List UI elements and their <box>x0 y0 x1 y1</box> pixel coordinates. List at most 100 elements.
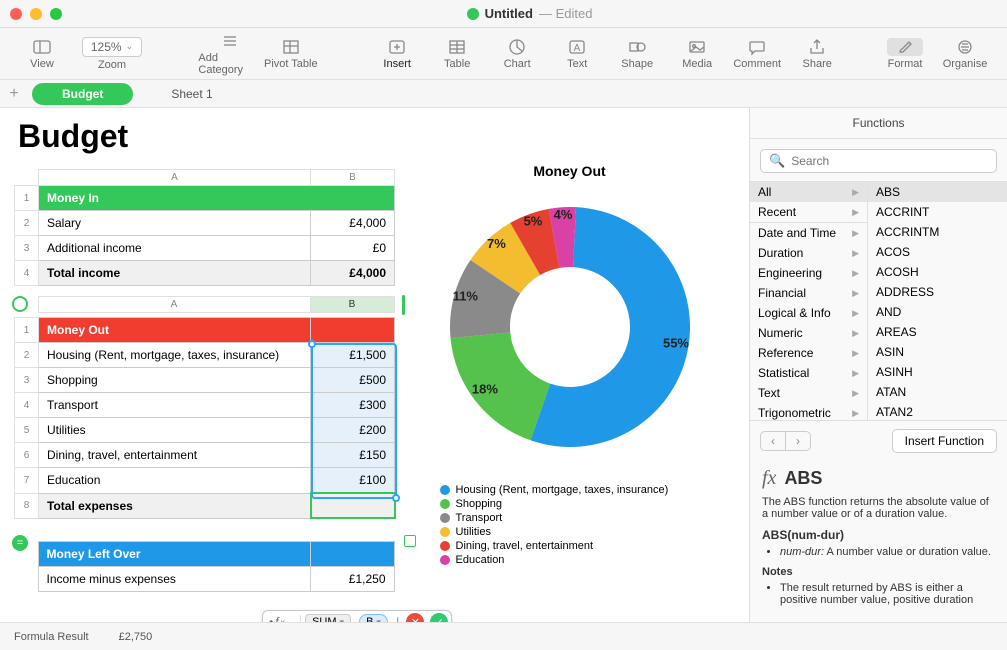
function-item[interactable]: ABS <box>868 182 1007 202</box>
insert-button[interactable]: Insert <box>367 38 427 70</box>
category-item[interactable]: Reference▶ <box>750 343 867 363</box>
col-header-a[interactable]: A <box>38 297 310 313</box>
cell-total-label[interactable]: Total income <box>39 261 311 286</box>
media-button[interactable]: Media <box>667 38 727 70</box>
table-money-in[interactable]: AB 1Money In 2Salary£4,000 3Additional i… <box>14 169 395 286</box>
shape-button[interactable]: Shape <box>607 38 667 70</box>
view-button[interactable]: View <box>12 38 72 70</box>
category-item[interactable]: Text▶ <box>750 383 867 403</box>
function-item[interactable]: ATAN <box>868 382 1007 402</box>
add-sheet-button[interactable]: + <box>0 85 28 103</box>
close-window-button[interactable] <box>10 8 22 20</box>
cell[interactable]: Education <box>39 468 311 494</box>
canvas[interactable]: Budget AB 1Money In 2Salary£4,000 3Addit… <box>0 108 749 622</box>
formula-accept-button[interactable]: ✓ <box>430 613 448 622</box>
cell[interactable]: Housing (Rent, mortgage, taxes, insuranc… <box>39 343 311 368</box>
function-item[interactable]: ASINH <box>868 362 1007 382</box>
formula-range-token[interactable]: B ▾ <box>359 614 388 622</box>
cell[interactable]: £1,250 <box>310 567 394 592</box>
header-money-left[interactable]: Money Left Over <box>38 542 310 567</box>
header-money-in[interactable]: Money In <box>39 186 395 211</box>
function-nav[interactable]: ‹ › <box>760 431 811 451</box>
nav-prev-button[interactable]: ‹ <box>761 432 786 450</box>
function-search[interactable]: 🔍 <box>760 149 997 173</box>
add-category-button[interactable]: Add Category <box>198 32 260 76</box>
formula-editor[interactable]: • fx ⌄ SUM▾ B ▾ | ✕ ✓ <box>262 610 452 622</box>
function-item[interactable]: AREAS <box>868 322 1007 342</box>
function-item[interactable]: AND <box>868 302 1007 322</box>
chart-slice[interactable] <box>450 333 550 441</box>
cell[interactable]: £200 <box>311 418 395 443</box>
function-item[interactable]: ACOS <box>868 242 1007 262</box>
share-button[interactable]: Share <box>787 38 847 70</box>
donut-chart[interactable]: Money Out 55%18%11%7%5%4% Housing (Rent,… <box>440 163 700 568</box>
minimize-window-button[interactable] <box>30 8 42 20</box>
category-item[interactable]: Date and Time▶ <box>750 223 867 243</box>
cell[interactable]: £0 <box>311 236 395 261</box>
cell-total-value[interactable]: £4,000 <box>311 261 395 286</box>
category-item[interactable]: Engineering▶ <box>750 263 867 283</box>
function-list[interactable]: ABSACCRINTACCRINTMACOSACOSHADDRESSANDARE… <box>868 182 1007 420</box>
header-money-out[interactable]: Money Out <box>39 318 311 343</box>
col-header-a[interactable]: A <box>39 170 311 186</box>
category-list[interactable]: All▶Recent▶Date and Time▶Duration▶Engine… <box>750 182 868 420</box>
col-header-b-selected[interactable]: B <box>310 297 394 313</box>
function-search-input[interactable] <box>791 154 988 168</box>
comment-button[interactable]: Comment <box>727 38 787 70</box>
cell[interactable]: Transport <box>39 393 311 418</box>
category-item[interactable]: Numeric▶ <box>750 323 867 343</box>
function-item[interactable]: ATAN2 <box>868 402 1007 420</box>
pivot-table-button[interactable]: Pivot Table <box>261 38 321 70</box>
formula-cancel-button[interactable]: ✕ <box>406 613 424 622</box>
fx-icon[interactable]: • fx ⌄ <box>263 615 301 622</box>
category-item[interactable]: Trigonometric▶ <box>750 403 867 420</box>
cell[interactable]: Additional income <box>39 236 311 261</box>
function-item[interactable]: ACOSH <box>868 262 1007 282</box>
cell[interactable]: Dining, travel, entertainment <box>39 443 311 468</box>
category-item[interactable]: Logical & Info▶ <box>750 303 867 323</box>
category-item[interactable]: Statistical▶ <box>750 363 867 383</box>
function-item[interactable]: ACCRINTM <box>868 222 1007 242</box>
cell[interactable]: £300 <box>311 393 395 418</box>
column-resize-handle[interactable] <box>402 295 405 315</box>
cell[interactable]: £4,000 <box>311 211 395 236</box>
table-money-out[interactable]: 1Money Out 2Housing (Rent, mortgage, tax… <box>14 317 396 519</box>
col-header-b[interactable]: B <box>311 170 395 186</box>
cell[interactable]: £1,500 <box>311 343 395 368</box>
chart-button[interactable]: Chart <box>487 38 547 70</box>
row-handle[interactable]: = <box>12 535 28 551</box>
text-button[interactable]: A Text <box>547 38 607 70</box>
cell[interactable]: £150 <box>311 443 395 468</box>
tab-budget[interactable]: Budget <box>32 83 133 105</box>
category-item[interactable]: Financial▶ <box>750 283 867 303</box>
cell[interactable]: £500 <box>311 368 395 393</box>
cell[interactable]: £100 <box>311 468 395 494</box>
function-item[interactable]: ASIN <box>868 342 1007 362</box>
tab-sheet1[interactable]: Sheet 1 <box>141 83 242 105</box>
function-item[interactable]: ADDRESS <box>868 282 1007 302</box>
category-item[interactable]: Recent▶ <box>750 202 867 222</box>
cell[interactable]: Utilities <box>39 418 311 443</box>
table-corner-handle[interactable] <box>404 535 416 547</box>
panel-title: Functions <box>750 108 1007 139</box>
formula-function-token[interactable]: SUM▾ <box>305 614 351 622</box>
nav-next-button[interactable]: › <box>786 432 810 450</box>
function-item[interactable]: ACCRINT <box>868 202 1007 222</box>
category-item[interactable]: Duration▶ <box>750 243 867 263</box>
table-handle[interactable] <box>12 296 28 312</box>
insert-function-button[interactable]: Insert Function <box>892 429 997 453</box>
cell-total-expenses[interactable]: Total expenses <box>39 493 311 518</box>
active-formula-cell[interactable] <box>311 493 395 518</box>
zoom-window-button[interactable] <box>50 8 62 20</box>
legend-item: Utilities <box>440 526 700 538</box>
table-money-out-head[interactable]: AB <box>14 296 395 313</box>
table-money-left[interactable]: Money Left Over Income minus expenses£1,… <box>14 541 395 592</box>
format-button[interactable]: Format <box>875 38 935 70</box>
table-button[interactable]: Table <box>427 38 487 70</box>
organise-button[interactable]: Organise <box>935 38 995 70</box>
zoom-button[interactable]: 125%⌄ Zoom <box>72 37 152 71</box>
cell[interactable]: Shopping <box>39 368 311 393</box>
category-item[interactable]: All▶ <box>750 182 867 202</box>
cell[interactable]: Salary <box>39 211 311 236</box>
cell[interactable]: Income minus expenses <box>38 567 310 592</box>
